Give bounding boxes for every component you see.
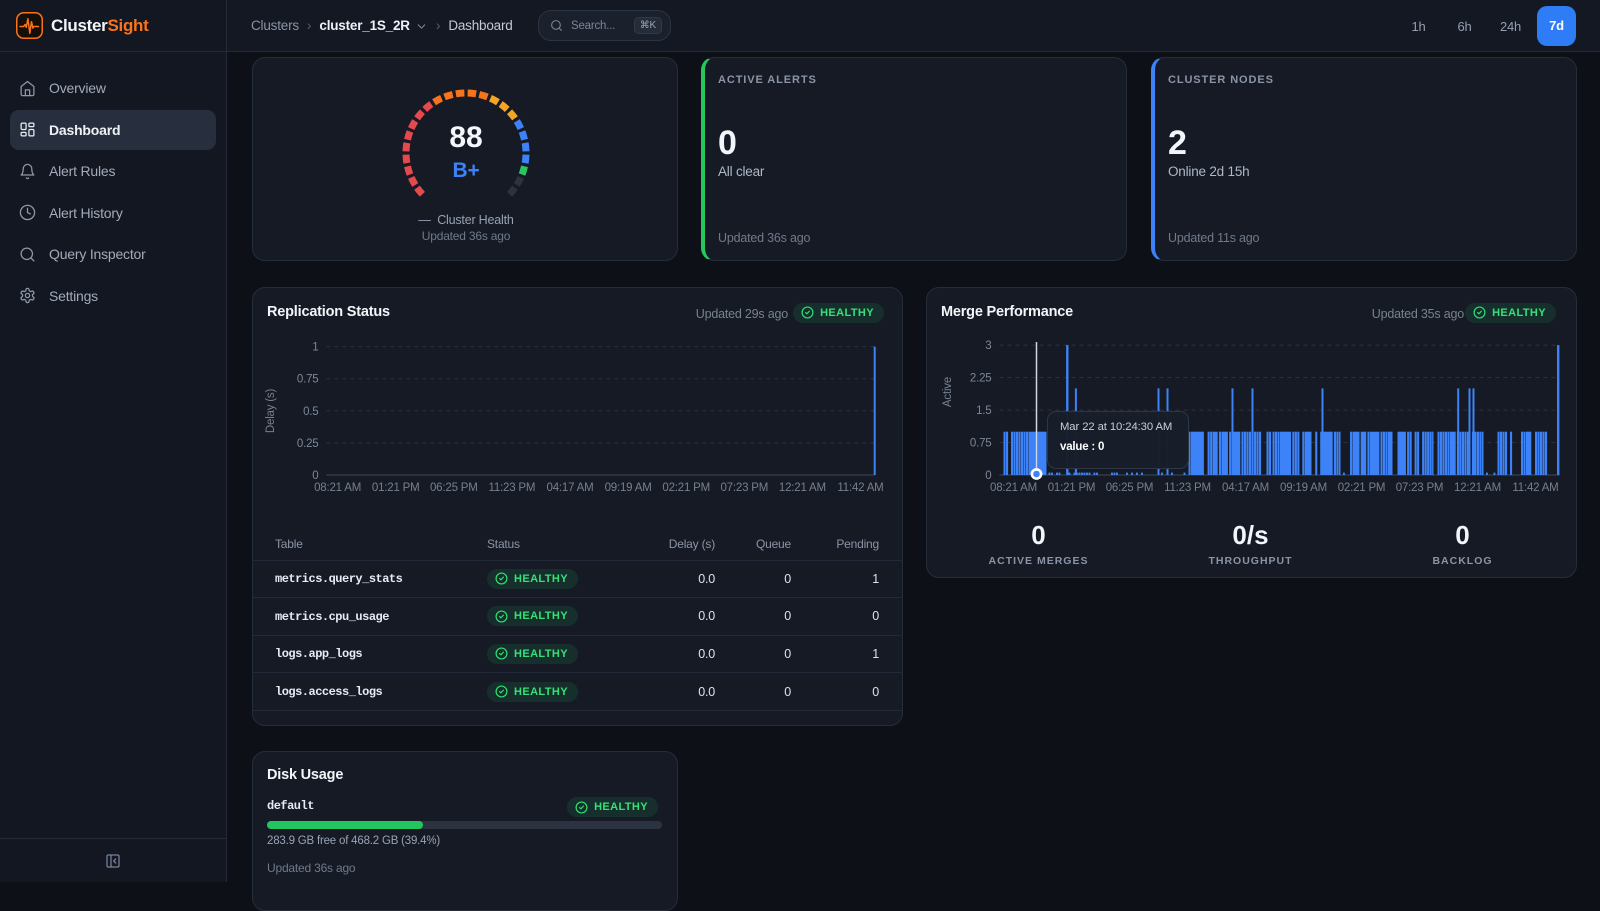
- svg-text:12:21 AM: 12:21 AM: [779, 482, 826, 494]
- svg-text:0.5: 0.5: [303, 406, 318, 418]
- svg-text:07:23 PM: 07:23 PM: [720, 482, 768, 494]
- svg-text:2.25: 2.25: [970, 373, 992, 385]
- svg-text:0.75: 0.75: [970, 438, 992, 450]
- svg-text:04:17 AM: 04:17 AM: [547, 482, 594, 494]
- svg-text:11:23 PM: 11:23 PM: [1164, 482, 1211, 494]
- svg-text:Delay (s): Delay (s): [265, 389, 277, 434]
- svg-text:01:21 PM: 01:21 PM: [1048, 482, 1096, 494]
- svg-text:02:21 PM: 02:21 PM: [662, 482, 710, 494]
- svg-text:0: 0: [985, 470, 991, 482]
- svg-text:0.25: 0.25: [297, 438, 319, 450]
- svg-text:3: 3: [985, 340, 991, 352]
- svg-text:06:25 PM: 06:25 PM: [430, 482, 478, 494]
- svg-text:09:19 AM: 09:19 AM: [605, 482, 652, 494]
- svg-text:11:23 PM: 11:23 PM: [489, 482, 536, 494]
- svg-text:11:42 AM: 11:42 AM: [837, 482, 883, 494]
- svg-text:08:21 AM: 08:21 AM: [990, 482, 1037, 494]
- svg-text:11:42 AM: 11:42 AM: [1512, 482, 1558, 494]
- svg-text:12:21 AM: 12:21 AM: [1454, 482, 1501, 494]
- svg-text:04:17 AM: 04:17 AM: [1222, 482, 1269, 494]
- svg-text:Active: Active: [942, 377, 954, 407]
- svg-text:06:25 PM: 06:25 PM: [1106, 482, 1154, 494]
- svg-text:01:21 PM: 01:21 PM: [372, 482, 420, 494]
- svg-text:1.5: 1.5: [976, 405, 991, 417]
- svg-text:07:23 PM: 07:23 PM: [1396, 482, 1444, 494]
- svg-text:0.75: 0.75: [297, 374, 319, 386]
- svg-text:0: 0: [312, 470, 318, 482]
- svg-text:09:19 AM: 09:19 AM: [1280, 482, 1327, 494]
- svg-text:08:21 AM: 08:21 AM: [314, 482, 361, 494]
- svg-text:02:21 PM: 02:21 PM: [1338, 482, 1386, 494]
- svg-text:1: 1: [312, 342, 318, 354]
